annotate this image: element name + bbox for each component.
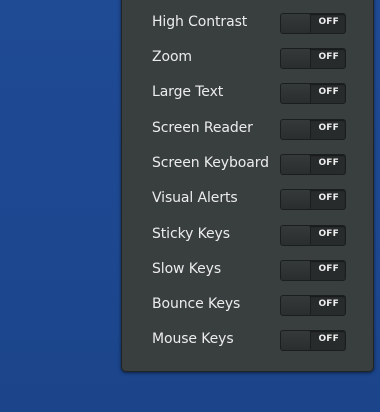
bounce-keys-toggle[interactable]: OFF xyxy=(280,295,346,316)
toggle-state-label: OFF xyxy=(318,334,339,344)
menu-item-high-contrast[interactable]: High Contrast OFF xyxy=(122,5,373,40)
accessibility-menu: High Contrast OFF Zoom OFF Large Text OF… xyxy=(121,0,374,372)
sticky-keys-toggle[interactable]: OFF xyxy=(280,225,346,246)
menu-item-label: Sticky Keys xyxy=(152,226,230,242)
toggle-knob xyxy=(281,261,311,280)
toggle-knob xyxy=(281,84,311,103)
screen-reader-toggle[interactable]: OFF xyxy=(280,119,346,140)
menu-item-label: Zoom xyxy=(152,49,192,65)
menu-item-label: Screen Keyboard xyxy=(152,155,269,171)
toggle-knob xyxy=(281,120,311,139)
screen-keyboard-toggle[interactable]: OFF xyxy=(280,154,346,175)
menu-item-sticky-keys[interactable]: Sticky Keys OFF xyxy=(122,217,373,252)
toggle-state-label: OFF xyxy=(318,52,339,62)
menu-item-zoom[interactable]: Zoom OFF xyxy=(122,40,373,75)
toggle-state-label: OFF xyxy=(318,87,339,97)
visual-alerts-toggle[interactable]: OFF xyxy=(280,189,346,210)
menu-item-label: Mouse Keys xyxy=(152,331,234,347)
toggle-knob xyxy=(281,14,311,33)
menu-item-label: Visual Alerts xyxy=(152,190,238,206)
menu-item-bounce-keys[interactable]: Bounce Keys OFF xyxy=(122,287,373,322)
menu-item-slow-keys[interactable]: Slow Keys OFF xyxy=(122,252,373,287)
toggle-state-label: OFF xyxy=(318,264,339,274)
toggle-knob xyxy=(281,49,311,68)
toggle-state-label: OFF xyxy=(318,17,339,27)
zoom-toggle[interactable]: OFF xyxy=(280,48,346,69)
menu-item-label: High Contrast xyxy=(152,14,248,30)
menu-item-visual-alerts[interactable]: Visual Alerts OFF xyxy=(122,181,373,216)
menu-item-label: Large Text xyxy=(152,84,224,100)
toggle-knob xyxy=(281,331,311,350)
mouse-keys-toggle[interactable]: OFF xyxy=(280,330,346,351)
toggle-knob xyxy=(281,155,311,174)
toggle-state-label: OFF xyxy=(318,193,339,203)
menu-item-label: Bounce Keys xyxy=(152,296,241,312)
toggle-state-label: OFF xyxy=(318,158,339,168)
slow-keys-toggle[interactable]: OFF xyxy=(280,260,346,281)
toggle-knob xyxy=(281,226,311,245)
menu-item-screen-keyboard[interactable]: Screen Keyboard OFF xyxy=(122,146,373,181)
toggle-state-label: OFF xyxy=(318,229,339,239)
toggle-state-label: OFF xyxy=(318,123,339,133)
menu-item-label: Screen Reader xyxy=(152,120,253,136)
menu-item-mouse-keys[interactable]: Mouse Keys OFF xyxy=(122,322,373,357)
menu-item-label: Slow Keys xyxy=(152,261,222,277)
toggle-knob xyxy=(281,190,311,209)
toggle-state-label: OFF xyxy=(318,299,339,309)
high-contrast-toggle[interactable]: OFF xyxy=(280,13,346,34)
toggle-knob xyxy=(281,296,311,315)
large-text-toggle[interactable]: OFF xyxy=(280,83,346,104)
menu-item-screen-reader[interactable]: Screen Reader OFF xyxy=(122,111,373,146)
menu-item-large-text[interactable]: Large Text OFF xyxy=(122,75,373,110)
